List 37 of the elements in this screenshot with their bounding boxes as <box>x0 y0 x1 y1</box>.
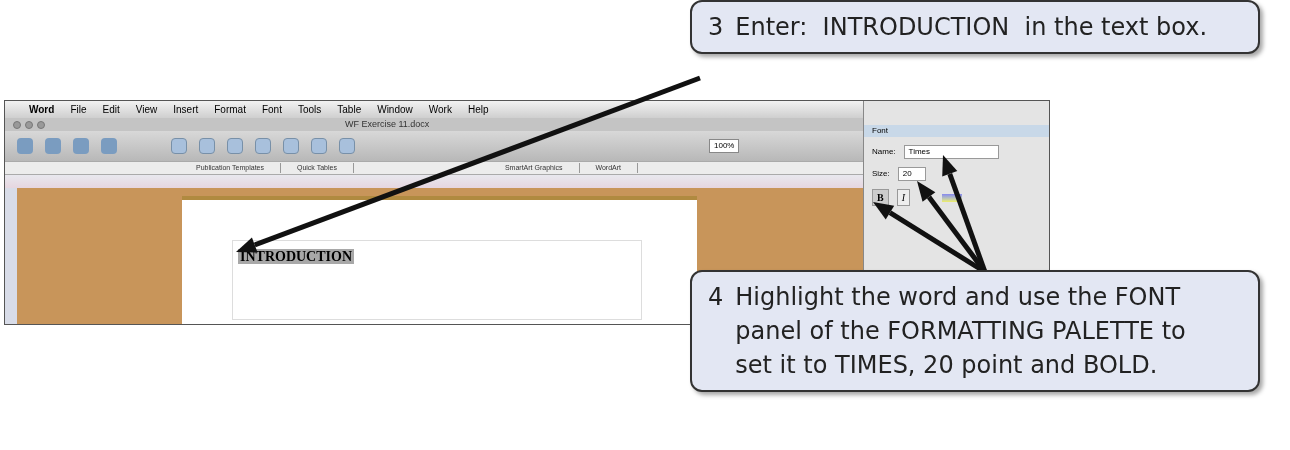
menu-item[interactable]: View <box>135 102 158 117</box>
highlight-color-icon[interactable] <box>942 193 962 202</box>
toolbar-icon[interactable] <box>17 138 33 154</box>
step-number: 3 <box>708 12 724 43</box>
instruction-text: Highlight the word and use the FONT panel of the FORMATTING PALETTE to set it to TIMES, 20 point and BOLD. <box>735 282 1187 381</box>
drawing-tool-icon[interactable] <box>339 138 355 154</box>
drawing-tool-icon[interactable] <box>283 138 299 154</box>
menu-item[interactable]: Table <box>337 102 362 117</box>
step-number: 4 <box>708 282 724 313</box>
menu-item[interactable]: Font <box>261 102 282 117</box>
drawing-tool-icon[interactable] <box>199 138 215 154</box>
menu-item[interactable]: Help <box>467 102 489 117</box>
menu-item[interactable]: Tools <box>297 102 322 117</box>
instruction-text: Enter: INTRODUCTION in the text box. <box>735 12 1208 43</box>
toolbar-icon[interactable] <box>101 138 117 154</box>
drawing-tool-icon[interactable] <box>311 138 327 154</box>
field-label: Name: <box>872 146 896 158</box>
toolbar-icon[interactable] <box>45 138 61 154</box>
zoom-field[interactable]: 100% <box>709 139 740 153</box>
drawing-tool-icon[interactable] <box>255 138 271 154</box>
italic-button[interactable]: I <box>896 189 910 206</box>
menu-item[interactable]: Work <box>428 102 452 117</box>
menu-item[interactable]: File <box>70 102 87 117</box>
menu-item[interactable]: Edit <box>102 102 120 117</box>
window-title: WF Exercise 11.docx <box>345 117 430 131</box>
menu-item[interactable]: Format <box>214 102 246 117</box>
document-text: INTRODUCTION <box>238 249 354 264</box>
menu-item[interactable]: Window <box>377 102 413 117</box>
font-size-field[interactable]: 20 <box>897 167 926 181</box>
field-label: Size: <box>872 168 890 180</box>
menu-item[interactable]: Word <box>29 102 55 117</box>
drawing-tool-icon[interactable] <box>171 138 187 154</box>
drawing-tool-icon[interactable] <box>227 138 243 154</box>
font-name-field[interactable]: Times <box>903 145 999 159</box>
panel-header[interactable]: Font <box>864 125 1049 137</box>
toolbar-icon[interactable] <box>73 138 89 154</box>
menu-item[interactable]: Insert <box>173 102 199 117</box>
